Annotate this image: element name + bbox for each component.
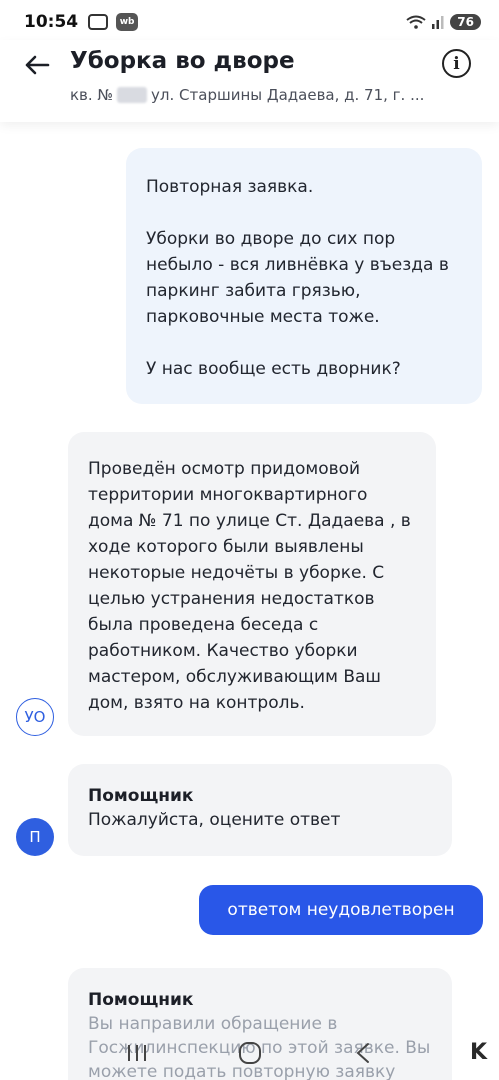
home-button[interactable] [235, 1038, 265, 1068]
assistant-name: Помощник [88, 990, 194, 1010]
address-subtitle: кв. № ул. Старшины Дадаева, д. 71, г. ..… [70, 86, 424, 104]
avatar-assistant: П [16, 818, 54, 856]
back-button[interactable] [20, 50, 54, 80]
outgoing-message: Повторная заявка. Уборки во дворе до сих… [126, 148, 482, 404]
info-button[interactable]: i [442, 49, 471, 78]
battery-indicator: 76 [450, 14, 481, 30]
message-paragraph: У нас вообще есть дворник? [146, 359, 401, 379]
system-navigation-bar [0, 1026, 499, 1080]
status-notification-icons: wb [88, 13, 139, 31]
back-nav-button[interactable] [348, 1038, 378, 1068]
status-system-icons: 76 [406, 14, 481, 30]
watermark-logo: K [469, 1040, 487, 1065]
wb-app-icon: wb [116, 13, 139, 31]
incoming-message: Проведён осмотр придомовой территории мн… [68, 432, 436, 736]
assistant-text: Пожалуйста, оцените ответ [88, 810, 341, 830]
wifi-icon [406, 15, 426, 29]
signal-icon [432, 16, 444, 29]
apartment-label: кв. № [70, 86, 114, 104]
info-icon: i [453, 53, 460, 74]
message-paragraph: Уборки во дворе до сих пор небыло - вся … [146, 229, 449, 327]
page-title: Уборка во дворе [70, 48, 295, 74]
home-icon [238, 1042, 261, 1064]
assistant-name: Помощник [88, 786, 194, 806]
assistant-message: Помощник Пожалуйста, оцените ответ [68, 764, 452, 856]
reply-unsatisfied-button[interactable]: ответом неудовлетворен [199, 885, 483, 935]
arrow-left-icon [25, 55, 50, 75]
screenshot-icon [88, 14, 109, 30]
recent-apps-icon [127, 1045, 146, 1061]
avatar-management-company: УО [16, 698, 54, 736]
status-time: 10:54 [24, 12, 79, 32]
message-text: Проведён осмотр придомовой территории мн… [88, 459, 411, 713]
recent-apps-button[interactable] [122, 1038, 152, 1068]
chevron-left-icon [356, 1043, 369, 1063]
chat-header: Уборка во дворе i кв. № ул. Старшины Дад… [0, 40, 499, 122]
status-bar: 10:54 wb 76 [0, 0, 499, 44]
redacted-apartment-number [117, 87, 148, 103]
address-text: ул. Старшины Дадаева, д. 71, г. ... [151, 86, 425, 104]
message-paragraph: Повторная заявка. [146, 177, 314, 197]
